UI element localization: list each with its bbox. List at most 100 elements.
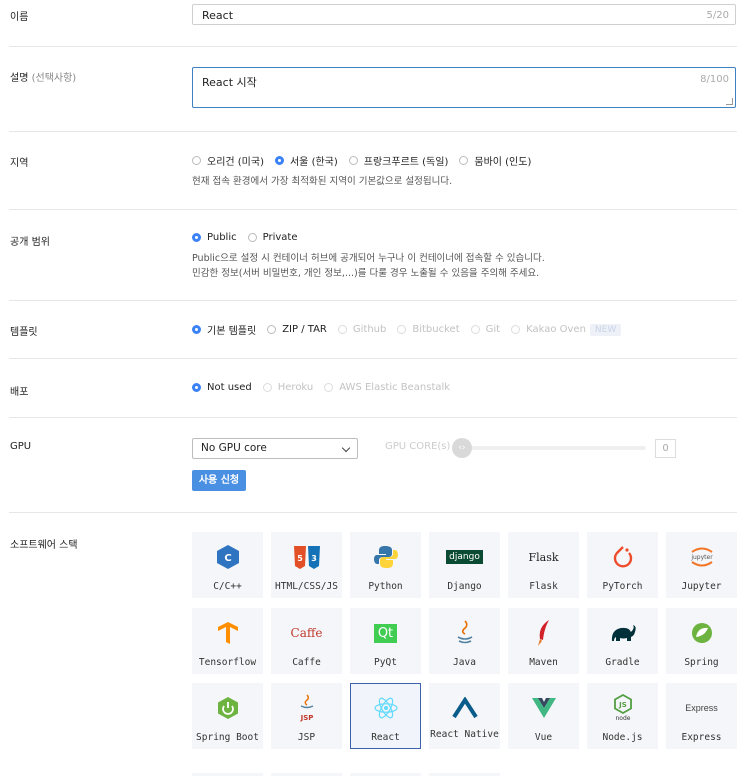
stack-tile-gradle[interactable]: Gradle: [587, 608, 658, 674]
description-label: 설명 (선택사항): [10, 69, 76, 84]
stack-tile-vue[interactable]: Vue: [508, 683, 579, 749]
stack-tile-html-css-js[interactable]: 53 HTML/CSS/JS: [271, 532, 342, 598]
gpu-core-input[interactable]: 0: [655, 439, 676, 458]
chevron-down-icon: [341, 443, 351, 453]
description-value: React 시작: [202, 76, 257, 89]
stack-tile-react-native[interactable]: React Native: [429, 683, 500, 749]
resize-handle-icon[interactable]: [726, 98, 733, 105]
template-label: 템플릿: [10, 327, 38, 338]
pytorch-icon: [588, 543, 657, 571]
description-counter: 8/100: [700, 74, 729, 85]
nodejs-icon: JS node: [588, 694, 657, 722]
react-native-icon: [430, 694, 499, 722]
stack-tile-spring[interactable]: Spring: [666, 608, 737, 674]
radio-icon: [247, 233, 257, 242]
template-option-default[interactable]: 기본 템플릿: [192, 322, 256, 337]
visibility-radio-group: Public Private: [192, 232, 308, 243]
template-option-zip[interactable]: ZIP / TAR: [267, 324, 327, 335]
region-option-oregon[interactable]: 오리건 (미국): [192, 153, 264, 168]
radio-icon: [397, 325, 407, 334]
spring-boot-icon: [193, 694, 262, 722]
description-label-optional: (선택사항): [31, 73, 77, 84]
express-icon: Express: [685, 703, 718, 713]
radio-selected-icon: [192, 233, 201, 242]
radio-icon: [459, 156, 469, 165]
svg-text:jupyter: jupyter: [690, 554, 713, 561]
gpu-select-value: No GPU core: [201, 442, 267, 454]
radio-icon: [262, 383, 272, 392]
html-css-icon: 53: [272, 543, 341, 571]
stack-tile-react[interactable]: React: [350, 683, 421, 749]
gradle-icon: [588, 619, 657, 647]
name-input[interactable]: React 5/20: [192, 4, 736, 25]
region-option-seoul[interactable]: 서울 (한국): [274, 153, 338, 168]
django-icon: django: [430, 543, 499, 571]
stack-tile-tensorflow[interactable]: Tensorflow: [192, 608, 263, 674]
react-icon: [351, 694, 420, 722]
gpu-label: GPU: [10, 441, 32, 452]
stack-tile-nodejs[interactable]: JS node Node.js: [587, 683, 658, 749]
svg-text:node: node: [615, 715, 630, 722]
stack-tile-java[interactable]: Java: [429, 608, 500, 674]
stack-tile-spring-boot[interactable]: Spring Boot: [192, 683, 263, 749]
gpu-apply-button[interactable]: 사용 신청: [192, 470, 246, 491]
svg-text:JSP: JSP: [299, 714, 313, 722]
deploy-option-aws: AWS Elastic Beanstalk: [324, 382, 450, 393]
jupyter-icon: jupyter: [667, 543, 736, 571]
gpu-core-slider[interactable]: [460, 446, 646, 450]
stack-tile-jsp[interactable]: JSP JSP: [271, 683, 342, 749]
name-label: 이름: [10, 12, 29, 23]
stack-tile-cpp[interactable]: C C/C++: [192, 532, 263, 598]
stack-tile-python[interactable]: Python: [350, 532, 421, 598]
visibility-option-private[interactable]: Private: [247, 232, 297, 243]
deploy-option-not-used[interactable]: Not used: [192, 382, 252, 393]
deploy-option-heroku: Heroku: [262, 382, 313, 393]
stack-tile-caffe[interactable]: Caffe Caffe: [271, 608, 342, 674]
divider: [9, 46, 737, 47]
stack-tile-express[interactable]: Express Express: [666, 683, 737, 749]
radio-icon: [337, 325, 347, 334]
deploy-radio-group: Not used Heroku AWS Elastic Beanstalk: [192, 382, 461, 393]
name-input-value: React: [202, 9, 234, 22]
svg-text:5: 5: [297, 554, 303, 563]
gpu-select[interactable]: No GPU core: [192, 438, 358, 459]
stack-tile-jupyter[interactable]: jupyter Jupyter: [666, 532, 737, 598]
stack-tile-flask[interactable]: Flask Flask: [508, 532, 579, 598]
stack-tile-pyqt[interactable]: Qt PyQt: [350, 608, 421, 674]
divider: [9, 417, 737, 418]
template-radio-group: 기본 템플릿 ZIP / TAR Github Bitbucket Git Ka…: [192, 322, 632, 337]
visibility-help-line2: 민감한 정보(서버 비밀번호, 개인 정보,...)를 다룰 경우 노출될 수 …: [192, 268, 540, 279]
region-help: 현재 접속 환경에서 가장 최적화된 지역이 기본값으로 설정됩니다.: [192, 176, 453, 187]
template-option-github: Github: [337, 324, 386, 335]
template-option-git: Git: [470, 324, 500, 335]
svg-text:3: 3: [311, 554, 317, 563]
region-option-mumbai[interactable]: 뭄바이 (인도): [459, 153, 531, 168]
visibility-option-public[interactable]: Public: [192, 232, 237, 243]
vue-icon: [509, 694, 578, 722]
slider-handle-icon[interactable]: ‹›: [452, 438, 472, 458]
description-textarea[interactable]: React 시작 8/100: [192, 67, 736, 108]
java-icon: [430, 619, 499, 647]
divider: [9, 358, 737, 359]
svg-text:C: C: [224, 553, 231, 564]
template-option-bitbucket: Bitbucket: [397, 324, 460, 335]
deploy-label: 배포: [10, 387, 29, 398]
visibility-help-line1: Public으로 설정 시 컨테이너 허브에 공개되어 누구나 이 컨테이너에 …: [192, 253, 545, 264]
radio-selected-icon: [192, 325, 201, 334]
template-option-kakao-oven: Kakao Oven NEW: [511, 323, 622, 336]
python-icon: [351, 543, 420, 571]
stack-tile-maven[interactable]: Maven: [508, 608, 579, 674]
software-stack-label: 소프트웨어 스택: [10, 540, 78, 551]
name-counter: 5/20: [706, 10, 729, 21]
radio-icon: [348, 156, 358, 165]
region-label: 지역: [10, 158, 29, 169]
visibility-label: 공개 범위: [10, 237, 50, 248]
description-label-text: 설명: [10, 73, 29, 84]
stack-tile-django[interactable]: django Django: [429, 532, 500, 598]
spring-icon: [667, 619, 736, 647]
stack-tile-pytorch[interactable]: PyTorch: [587, 532, 658, 598]
radio-icon: [192, 156, 201, 165]
radio-icon: [267, 325, 277, 334]
region-option-frankfurt[interactable]: 프랑크푸르트 (독일): [348, 153, 448, 168]
divider: [9, 131, 737, 132]
